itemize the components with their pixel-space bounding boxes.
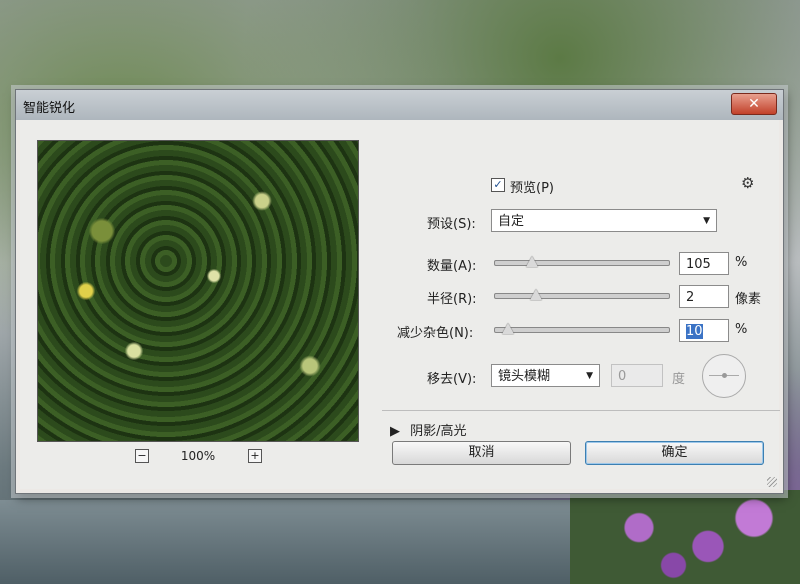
amount-unit: %: [735, 255, 748, 270]
resize-grip[interactable]: [767, 477, 777, 487]
dial-center: [722, 373, 727, 378]
amount-slider[interactable]: [494, 260, 670, 266]
noise-input[interactable]: 10: [679, 319, 729, 342]
zoom-controls: 100% − +: [37, 447, 359, 465]
dropdown-arrow-icon: ▼: [586, 371, 593, 381]
angle-unit: 度: [672, 372, 686, 387]
angle-dial[interactable]: [702, 354, 746, 398]
ok-button[interactable]: 确定: [585, 441, 764, 465]
background-flowers: [570, 490, 800, 584]
shadows-highlights-toggle[interactable]: ▶ 阴影/高光: [390, 420, 467, 439]
dialog-title: 智能锐化: [23, 101, 76, 116]
noise-slider-handle[interactable]: [501, 323, 514, 334]
preset-value: 自定: [498, 214, 525, 229]
angle-input[interactable]: 0: [611, 364, 663, 387]
preset-label: 预设(S):: [427, 217, 476, 232]
noise-slider[interactable]: [494, 327, 670, 333]
divider: [382, 410, 780, 411]
amount-slider-handle[interactable]: [526, 256, 539, 267]
disclosure-triangle-icon: ▶: [390, 424, 400, 439]
remove-value: 镜头模糊: [498, 369, 551, 384]
zoom-level: 100%: [180, 449, 216, 463]
radius-slider-handle[interactable]: [529, 289, 542, 300]
noise-value: 10: [686, 324, 703, 339]
remove-select[interactable]: 镜头模糊 ▼: [491, 364, 600, 387]
radius-label: 半径(R):: [427, 292, 477, 307]
dialog-body: 100% − + ✓ 预览(P) ⚙ 预设(S): 自定 ▼ 数量(A): 10…: [20, 120, 780, 489]
preset-select[interactable]: 自定 ▼: [491, 209, 717, 232]
close-button[interactable]: ✕: [731, 93, 777, 115]
radius-input[interactable]: 2: [679, 285, 729, 308]
dropdown-arrow-icon: ▼: [703, 216, 710, 226]
amount-label: 数量(A):: [427, 259, 477, 274]
preview-checkbox[interactable]: ✓: [491, 178, 505, 192]
zoom-in-button[interactable]: +: [248, 449, 262, 463]
cancel-button[interactable]: 取消: [392, 441, 571, 465]
radius-unit: 像素: [735, 292, 762, 307]
noise-label: 减少杂色(N):: [397, 326, 474, 341]
zoom-out-button[interactable]: −: [135, 449, 149, 463]
smart-sharpen-dialog: 智能锐化 ✕ 100% − + ✓ 预览(P) ⚙ 预设(S): 自定 ▼ 数量…: [15, 89, 784, 494]
gear-icon[interactable]: ⚙: [741, 174, 754, 192]
preview-image[interactable]: [37, 140, 359, 442]
noise-unit: %: [735, 322, 748, 337]
shadows-highlights-label: 阴影/高光: [410, 424, 467, 439]
radius-slider[interactable]: [494, 293, 670, 299]
remove-label: 移去(V):: [427, 372, 477, 387]
amount-input[interactable]: 105: [679, 252, 729, 275]
preview-checkbox-label: 预览(P): [510, 181, 554, 196]
titlebar: 智能锐化 ✕: [16, 90, 783, 120]
